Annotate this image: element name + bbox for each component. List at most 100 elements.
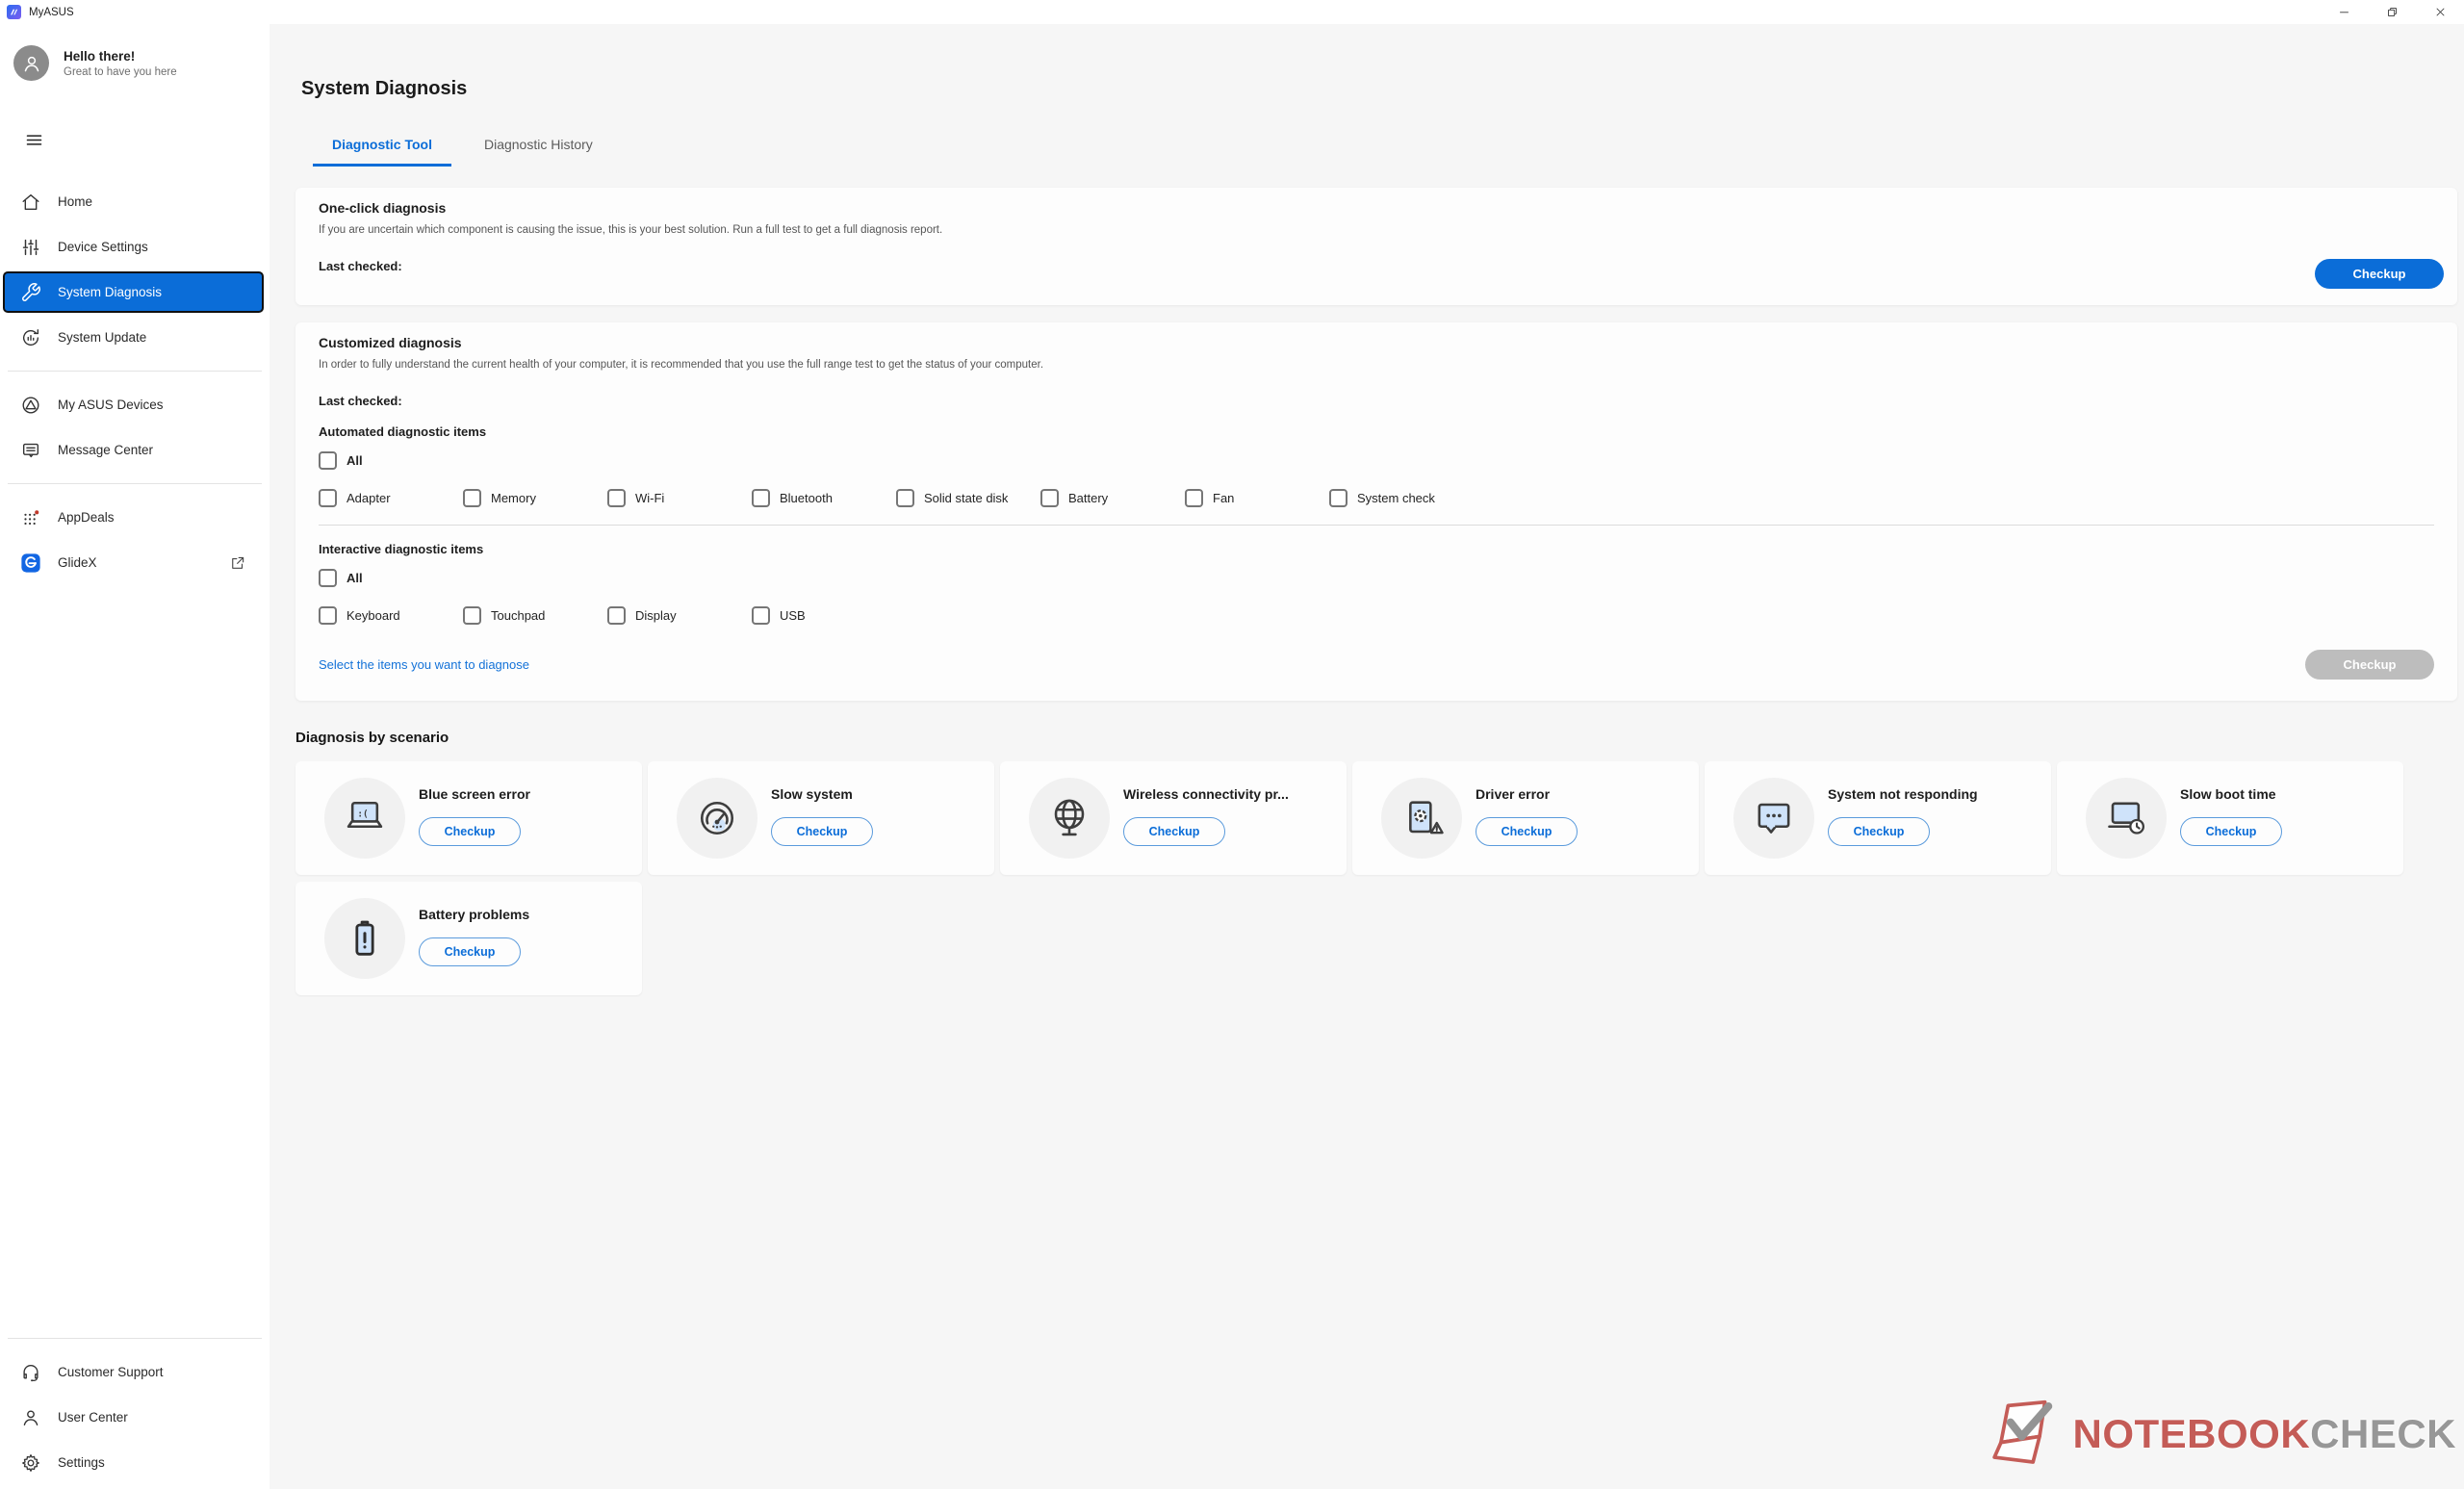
checkbox-wi-fi[interactable]: Wi-Fi bbox=[607, 489, 752, 507]
scenario-icon-circle bbox=[1733, 778, 1814, 859]
checkbox-label: Keyboard bbox=[346, 608, 400, 623]
automated-all-row: All bbox=[319, 451, 2434, 475]
sidebar-item-user-center[interactable]: User Center bbox=[0, 1395, 270, 1440]
checkbox-label: Wi-Fi bbox=[635, 491, 664, 505]
select-items-link[interactable]: Select the items you want to diagnose bbox=[319, 657, 529, 672]
checkup-button-driver-error[interactable]: Checkup bbox=[1476, 817, 1578, 846]
sidebar-item-customer-support[interactable]: Customer Support bbox=[0, 1349, 270, 1395]
checkup-button-blue-screen-error[interactable]: Checkup bbox=[419, 817, 521, 846]
sidebar-item-my-asus-devices[interactable]: My ASUS Devices bbox=[0, 382, 270, 427]
interactive-check-row: Keyboard Touchpad Display USB bbox=[319, 606, 2434, 625]
system-update-icon bbox=[20, 327, 41, 348]
sidebar-footer-nav: Customer Support User Center Settings bbox=[0, 1349, 270, 1485]
minimize-button[interactable] bbox=[2320, 0, 2368, 24]
sidebar-item-device-settings[interactable]: Device Settings bbox=[0, 224, 270, 270]
close-icon bbox=[2433, 5, 2448, 19]
checkbox-box bbox=[1040, 489, 1059, 507]
checkup-button-wireless-connectivity-pr[interactable]: Checkup bbox=[1123, 817, 1225, 846]
checkbox-label: Memory bbox=[491, 491, 536, 505]
checkbox-touchpad[interactable]: Touchpad bbox=[463, 606, 607, 625]
checkup-button-slow-system[interactable]: Checkup bbox=[771, 817, 873, 846]
tab-diagnostic-tool[interactable]: Diagnostic Tool bbox=[313, 127, 451, 167]
automated-check-row: Adapter Memory Wi-Fi Bluetooth bbox=[319, 489, 2434, 507]
page-title: System Diagnosis bbox=[301, 78, 2457, 100]
sidebar-main-nav: Home Device Settings System Diagnosis bbox=[0, 179, 270, 360]
checkbox-usb[interactable]: USB bbox=[752, 606, 896, 625]
scenario-card-title: Driver error bbox=[1476, 786, 1550, 802]
sidebar-item-appdeals[interactable]: AppDeals bbox=[0, 495, 270, 540]
checkbox-label: System check bbox=[1357, 491, 1435, 505]
myasus-logo-icon bbox=[7, 5, 21, 19]
sidebar-divider bbox=[8, 1338, 262, 1339]
home-icon bbox=[20, 192, 41, 213]
scenario-section-title: Diagnosis by scenario bbox=[295, 730, 2457, 746]
scenario-card-title: System not responding bbox=[1828, 786, 1978, 802]
interactive-all-checkbox[interactable]: All bbox=[319, 569, 363, 587]
checkbox-display[interactable]: Display bbox=[607, 606, 752, 625]
sidebar-device-nav: My ASUS Devices Message Center bbox=[0, 382, 270, 473]
automated-all-checkbox[interactable]: All bbox=[319, 451, 363, 470]
customized-checkup-button[interactable]: Checkup bbox=[2305, 650, 2434, 680]
scenario-grid: :( Blue screen error Checkup Slow system… bbox=[295, 761, 2413, 995]
checkbox-label: USB bbox=[780, 608, 806, 623]
tabs: Diagnostic Tool Diagnostic History bbox=[313, 127, 2457, 167]
checkup-button-system-not-responding[interactable]: Checkup bbox=[1828, 817, 1930, 846]
scenario-icon-circle bbox=[2086, 778, 2167, 859]
checkup-button-battery-problems[interactable]: Checkup bbox=[419, 937, 521, 966]
watermark-text-secondary: CHECK bbox=[2310, 1411, 2456, 1457]
driver-error-icon bbox=[1395, 791, 1449, 845]
checkup-button-slow-boot-time[interactable]: Checkup bbox=[2180, 817, 2282, 846]
sidebar-item-system-diagnosis[interactable]: System Diagnosis bbox=[3, 271, 264, 313]
checkbox-box bbox=[752, 606, 770, 625]
profile-subtitle: Great to have you here bbox=[64, 66, 177, 78]
sidebar-item-system-update[interactable]: System Update bbox=[0, 315, 270, 360]
avatar[interactable] bbox=[13, 45, 49, 81]
diagnosis-wrench-icon bbox=[20, 282, 41, 303]
checkbox-box bbox=[319, 606, 337, 625]
window-controls bbox=[2320, 0, 2464, 24]
one-click-checkup-button[interactable]: Checkup bbox=[2315, 259, 2444, 289]
customized-diagnosis-card: Customized diagnosis In order to fully u… bbox=[295, 322, 2457, 701]
headset-icon bbox=[20, 1362, 41, 1383]
restore-button[interactable] bbox=[2368, 0, 2416, 24]
checkbox-memory[interactable]: Memory bbox=[463, 489, 607, 507]
checkbox-label: Fan bbox=[1213, 491, 1234, 505]
main-content: System Diagnosis Diagnostic Tool Diagnos… bbox=[270, 24, 2464, 1489]
checkbox-box bbox=[1185, 489, 1203, 507]
notebookcheck-watermark: NOTEBOOKCHECK bbox=[1988, 1399, 2456, 1470]
slow-boot-time-icon bbox=[2099, 791, 2153, 845]
device-settings-icon bbox=[20, 237, 41, 258]
checkbox-system-check[interactable]: System check bbox=[1329, 489, 1474, 507]
sidebar-item-home[interactable]: Home bbox=[0, 179, 270, 224]
scenario-card-title: Slow boot time bbox=[2180, 786, 2276, 802]
checkbox-battery[interactable]: Battery bbox=[1040, 489, 1185, 507]
menu-toggle-button[interactable] bbox=[12, 123, 56, 156]
checkbox-solid-state-disk[interactable]: Solid state disk bbox=[896, 489, 1040, 507]
automated-items-title: Automated diagnostic items bbox=[319, 424, 2434, 439]
checkbox-box bbox=[752, 489, 770, 507]
hamburger-icon bbox=[24, 130, 44, 150]
customized-description: In order to fully understand the current… bbox=[319, 359, 2434, 371]
checkbox-label: Adapter bbox=[346, 491, 391, 505]
customized-footer: Select the items you want to diagnose Ch… bbox=[319, 650, 2434, 680]
interactive-all-row: All bbox=[319, 569, 2434, 592]
sidebar-item-settings[interactable]: Settings bbox=[0, 1440, 270, 1485]
sidebar-item-glidex[interactable]: GlideX bbox=[0, 540, 270, 585]
checkbox-adapter[interactable]: Adapter bbox=[319, 489, 463, 507]
one-click-last-checked-label: Last checked: bbox=[319, 259, 2434, 273]
tab-diagnostic-history[interactable]: Diagnostic History bbox=[465, 127, 612, 167]
one-click-description: If you are uncertain which component is … bbox=[319, 224, 2434, 236]
sidebar-item-message-center[interactable]: Message Center bbox=[0, 427, 270, 473]
checkbox-fan[interactable]: Fan bbox=[1185, 489, 1329, 507]
scenario-card-title: Wireless connectivity pr... bbox=[1123, 786, 1289, 802]
customized-title: Customized diagnosis bbox=[319, 335, 2434, 350]
checkbox-keyboard[interactable]: Keyboard bbox=[319, 606, 463, 625]
notebookcheck-laptop-icon bbox=[1988, 1399, 2076, 1470]
checkbox-bluetooth[interactable]: Bluetooth bbox=[752, 489, 896, 507]
glidex-icon bbox=[20, 552, 41, 574]
scenario-icon-circle: :( bbox=[324, 778, 405, 859]
checkbox-label: All bbox=[346, 453, 363, 468]
user-icon bbox=[20, 1407, 41, 1428]
scenario-card-title: Blue screen error bbox=[419, 786, 530, 802]
close-button[interactable] bbox=[2416, 0, 2464, 24]
